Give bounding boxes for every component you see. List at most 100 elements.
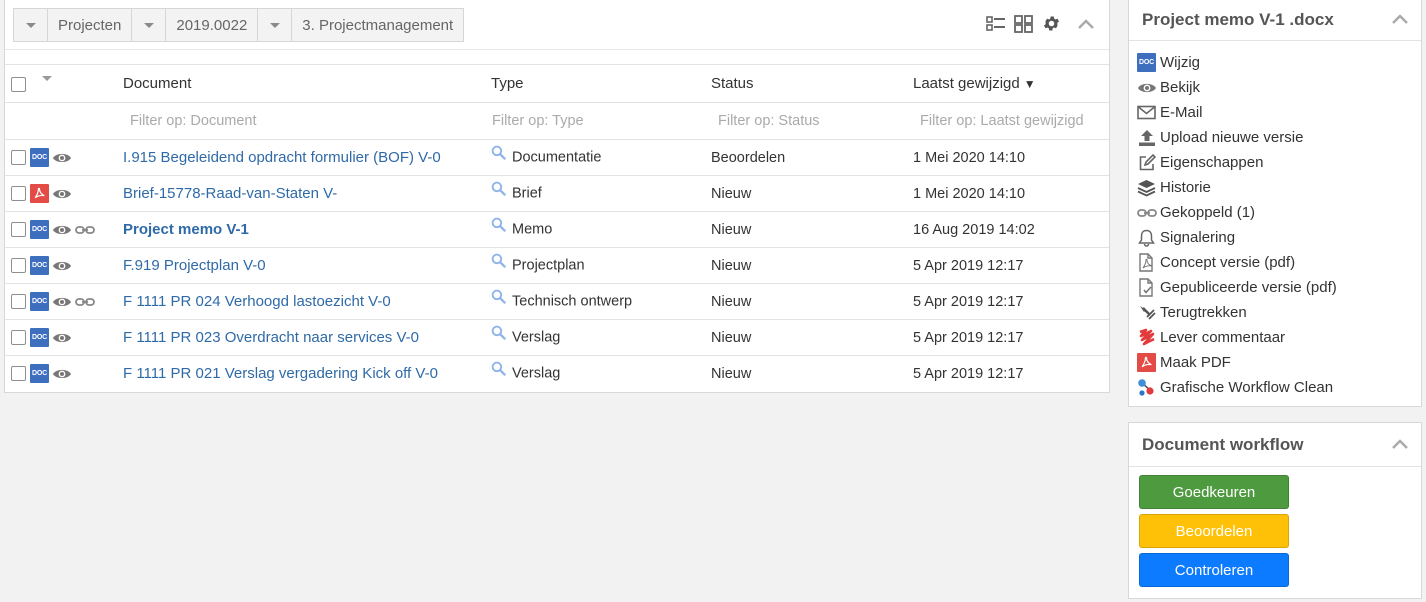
document-link[interactable]: Brief-15778-Raad-van-Staten V- — [123, 185, 337, 202]
search-icon[interactable] — [491, 253, 506, 272]
breadcrumb-item-projecten[interactable]: Projecten — [47, 8, 133, 42]
action-wijzig[interactable]: DOC Wijzig — [1136, 50, 1421, 75]
search-icon[interactable] — [491, 145, 506, 164]
breadcrumb-item-project[interactable]: 2019.0022 — [165, 8, 259, 42]
action-label: Gepubliceerde versie (pdf) — [1160, 279, 1337, 296]
link-icon[interactable] — [75, 297, 95, 307]
list-view-icon[interactable] — [986, 15, 1006, 33]
workflow-controleren-button[interactable]: Controleren — [1139, 553, 1289, 587]
actions-panel-header: Project memo V-1 .docx — [1129, 0, 1421, 41]
select-all-checkbox[interactable] — [11, 76, 26, 92]
table-row[interactable]: DOC F 1111 PR 023 Overdracht naar service… — [5, 319, 1109, 356]
column-header-document[interactable]: Document — [123, 64, 485, 103]
doc-file-icon[interactable]: DOC — [30, 328, 49, 347]
collapse-chevron-icon[interactable] — [1391, 10, 1409, 30]
eye-icon[interactable] — [52, 187, 72, 201]
action-label: E-Mail — [1160, 104, 1203, 121]
search-icon[interactable] — [491, 289, 506, 308]
document-link[interactable]: F 1111 PR 024 Verhoogd lastoezicht V-0 — [123, 293, 391, 310]
eye-icon[interactable] — [52, 367, 72, 381]
workflow-goedkeuren-button[interactable]: Goedkeuren — [1139, 475, 1289, 509]
document-link[interactable]: Project memo V-1 — [123, 221, 249, 238]
eye-icon[interactable] — [52, 331, 72, 345]
doc-file-icon[interactable]: DOC — [30, 256, 49, 275]
column-header-type[interactable]: Type — [485, 64, 711, 103]
action-label: Eigenschappen — [1160, 154, 1264, 171]
document-link[interactable]: F 1111 PR 021 Verslag vergadering Kick o… — [123, 365, 438, 382]
status-value: Beoordelen — [711, 149, 786, 166]
action-maak-pdf[interactable]: Maak PDF — [1136, 350, 1421, 375]
workflow-icon — [1136, 377, 1157, 398]
table-row[interactable]: DOC F 1111 PR 021 Verslag vergadering Kic… — [5, 355, 1109, 392]
breadcrumb-dropdown-1[interactable] — [131, 8, 167, 42]
filter-document-input[interactable]: Filter op: Document — [130, 113, 257, 129]
grid-view-icon[interactable] — [1014, 14, 1034, 33]
collapse-chevron-icon[interactable] — [1391, 435, 1409, 455]
row-checkbox[interactable] — [11, 294, 26, 309]
pdf-file-icon[interactable] — [30, 184, 49, 203]
action-label: Bekijk — [1160, 79, 1201, 96]
chevron-down-icon — [143, 22, 154, 28]
doc-file-icon[interactable]: DOC — [30, 220, 49, 239]
row-checkbox[interactable] — [11, 150, 26, 165]
action-label: Grafische Workflow Clean — [1160, 379, 1334, 396]
search-icon[interactable] — [491, 361, 506, 380]
action-historie[interactable]: Historie — [1136, 175, 1421, 200]
search-icon[interactable] — [491, 325, 506, 344]
action-concept-versie-pdf[interactable]: Concept versie (pdf) — [1136, 250, 1421, 275]
column-header-status[interactable]: Status — [711, 64, 913, 103]
search-icon[interactable] — [491, 181, 506, 200]
table-row[interactable]: DOC I.915 Begeleidend opdracht formulier … — [5, 139, 1109, 176]
row-checkbox[interactable] — [11, 330, 26, 345]
table-header: Document Type Status Laatst gewijzigd ▼ — [5, 64, 1109, 103]
table-row[interactable]: DOC F 1111 PR 024 Verhoogd lastoezicht V-… — [5, 283, 1109, 320]
type-value: Documentatie — [512, 149, 602, 166]
gear-icon[interactable] — [1042, 14, 1061, 33]
eye-icon[interactable] — [52, 295, 72, 309]
action-grafische-workflow-clean[interactable]: Grafische Workflow Clean — [1136, 375, 1421, 400]
status-value: Nieuw — [711, 185, 752, 202]
breadcrumb-item-folder[interactable]: 3. Projectmanagement — [291, 8, 465, 42]
table-row[interactable]: DOC Project memo V-1 Memo Nieuw 16 Aug 2019 … — [5, 211, 1109, 248]
action-gekoppeld-1[interactable]: Gekoppeld (1) — [1136, 200, 1421, 225]
status-value: Nieuw — [711, 293, 752, 310]
file-pdf-outline-icon — [1136, 252, 1157, 273]
doc-file-icon[interactable]: DOC — [30, 292, 49, 311]
row-checkbox[interactable] — [11, 222, 26, 237]
row-checkbox[interactable] — [11, 366, 26, 382]
collapse-chevron-icon[interactable] — [1077, 18, 1095, 30]
action-bekijk[interactable]: Bekijk — [1136, 75, 1421, 100]
eye-icon[interactable] — [52, 223, 72, 237]
document-link[interactable]: F 1111 PR 023 Overdracht naar services V… — [123, 329, 419, 346]
doc-file-icon[interactable]: DOC — [30, 364, 49, 384]
table-row[interactable]: Brief-15778-Raad-van-Staten V- Brief Nieuw… — [5, 175, 1109, 212]
document-link[interactable]: F.919 Projectplan V-0 — [123, 257, 266, 274]
row-checkbox[interactable] — [11, 258, 26, 273]
filter-modified-input[interactable]: Filter op: Laatst gewijzigd — [920, 113, 1084, 129]
action-terugtrekken[interactable]: Terugtrekken — [1136, 300, 1421, 325]
document-link[interactable]: I.915 Begeleidend opdracht formulier (BO… — [123, 149, 441, 166]
filter-type-input[interactable]: Filter op: Type — [492, 113, 584, 129]
action-signalering[interactable]: Signalering — [1136, 225, 1421, 250]
eye-icon[interactable] — [52, 259, 72, 273]
breadcrumb-dropdown-0[interactable] — [13, 8, 48, 42]
file-check-icon — [1136, 277, 1157, 298]
action-lever-commentaar[interactable]: Lever commentaar — [1136, 325, 1421, 350]
workflow-beoordelen-button[interactable]: Beoordelen — [1139, 514, 1289, 548]
search-icon[interactable] — [491, 217, 506, 236]
action-upload-nieuwe-versie[interactable]: Upload nieuwe versie — [1136, 125, 1421, 150]
link-icon[interactable] — [75, 225, 95, 235]
breadcrumb-dropdown-2[interactable] — [257, 8, 293, 42]
doc-file-icon[interactable]: DOC — [30, 148, 49, 167]
select-menu-caret-icon[interactable] — [42, 75, 53, 81]
row-select-cell: DOC — [5, 211, 123, 248]
action-e-mail[interactable]: E-Mail — [1136, 100, 1421, 125]
table-row[interactable]: DOC F.919 Projectplan V-0 Projectplan Nieuw… — [5, 247, 1109, 284]
column-header-modified[interactable]: Laatst gewijzigd ▼ — [913, 64, 1109, 103]
action-eigenschappen[interactable]: Eigenschappen — [1136, 150, 1421, 175]
workflow-panel-header: Document workflow — [1129, 423, 1421, 467]
action-gepubliceerde-versie-pdf[interactable]: Gepubliceerde versie (pdf) — [1136, 275, 1421, 300]
row-checkbox[interactable] — [11, 186, 26, 201]
filter-status-input[interactable]: Filter op: Status — [718, 113, 820, 129]
eye-icon[interactable] — [52, 151, 72, 165]
